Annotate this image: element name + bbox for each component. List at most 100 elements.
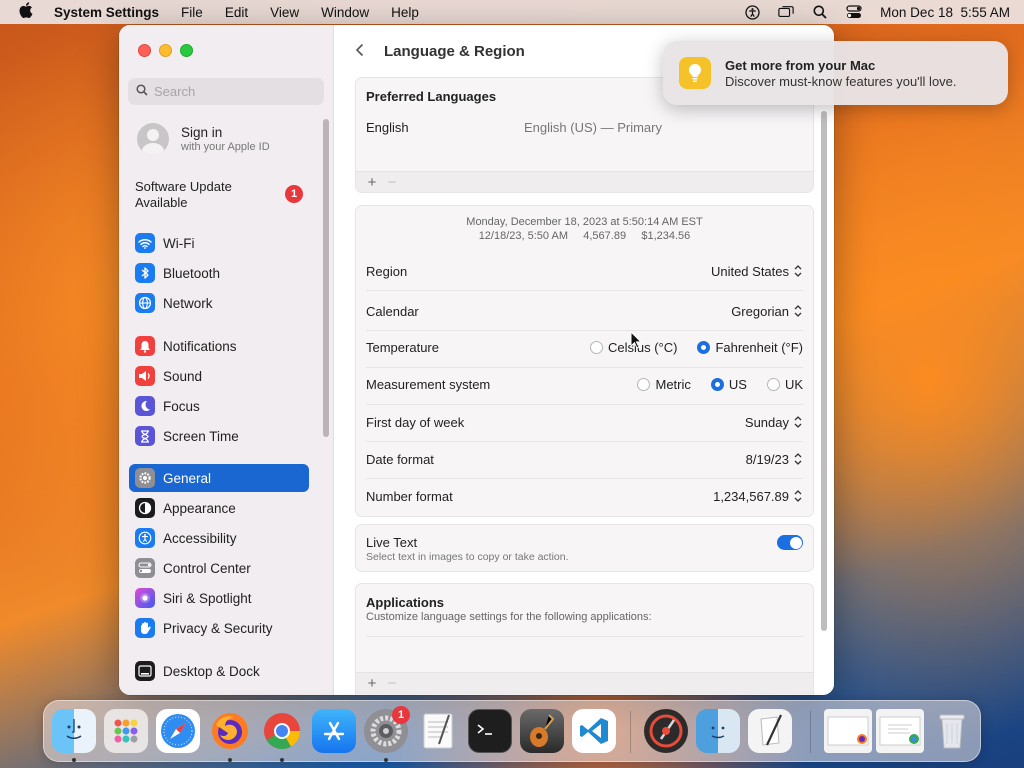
sidebar-item-screen-time[interactable]: Screen Time [129, 422, 309, 450]
script-editor-icon[interactable] [748, 709, 792, 753]
instruments-icon[interactable] [644, 709, 688, 753]
remove-application-button[interactable]: − [382, 675, 402, 692]
spotlight-search-icon[interactable] [812, 5, 828, 19]
live-text-toggle[interactable] [777, 535, 803, 550]
divider [366, 367, 803, 368]
app-store-icon[interactable] [312, 709, 356, 753]
menu-window[interactable]: Window [321, 5, 369, 20]
dock-separator [630, 711, 631, 753]
sidebar-item-bluetooth[interactable]: Bluetooth [129, 259, 309, 287]
firefox-window-thumbnail[interactable] [824, 709, 872, 753]
zoom-button[interactable] [180, 44, 193, 57]
language-name: English [366, 120, 409, 135]
siri-icon [135, 588, 155, 608]
notification-banner[interactable]: Get more from your Mac Discover must-kno… [663, 41, 1008, 105]
stepper-icon [794, 416, 802, 428]
region-settings-section: Monday, December 18, 2023 at 5:50:14 AM … [355, 205, 814, 517]
lightbulb-icon [679, 57, 711, 89]
region-value: United States [710, 263, 789, 279]
launchpad-icon[interactable] [104, 709, 148, 753]
migration-assistant-icon[interactable] [696, 709, 740, 753]
calendar-select[interactable]: Gregorian [731, 303, 803, 319]
uk-label: UK [784, 377, 803, 392]
chrome-window-thumbnail[interactable] [876, 709, 924, 753]
menu-edit[interactable]: Edit [225, 5, 248, 20]
sidebar-item-sound[interactable]: Sound [129, 362, 309, 390]
accessibility-icon [135, 528, 155, 548]
add-language-button[interactable]: + [362, 174, 382, 191]
language-row[interactable]: English English (US) — Primary [366, 120, 803, 135]
accessibility-status-icon[interactable] [744, 4, 760, 20]
sidebar-item-label: Control Center [163, 560, 251, 576]
bell-icon [135, 336, 155, 356]
sidebar-item-accessibility[interactable]: Accessibility [129, 524, 309, 552]
region-select[interactable]: United States [711, 263, 803, 279]
sidebar-item-label: Appearance [163, 500, 236, 516]
terminal-icon[interactable] [468, 709, 512, 753]
control-center-icon[interactable] [846, 5, 862, 19]
safari-icon[interactable] [156, 709, 200, 753]
search-input[interactable] [154, 84, 314, 99]
sidebar-item-appearance[interactable]: Appearance [129, 494, 309, 522]
minimize-button[interactable] [159, 44, 172, 57]
trash-icon[interactable] [930, 709, 974, 753]
celsius-label: Celsius (°C) [607, 340, 678, 355]
menu-file[interactable]: File [181, 5, 203, 20]
firefox-icon[interactable] [208, 709, 252, 753]
metric-radio[interactable]: Metric [637, 377, 691, 392]
finder-icon[interactable] [52, 709, 96, 753]
apple-menu-icon[interactable] [14, 2, 38, 22]
sidebar-item-label: Bluetooth [163, 265, 221, 281]
first-day-label: First day of week [366, 414, 465, 430]
garageband-icon[interactable] [520, 709, 564, 753]
main-scrollbar[interactable] [821, 111, 827, 631]
apple-id-signin[interactable]: Sign in with your Apple ID [137, 123, 270, 155]
vscode-icon[interactable] [572, 709, 616, 753]
sidebar-item-focus[interactable]: Focus [129, 392, 309, 420]
add-application-button[interactable]: + [362, 675, 382, 692]
date-format-label: Date format [366, 451, 434, 467]
number-format-select[interactable]: 1,234,567.89 [713, 488, 803, 504]
settings-dock-badge: 1 [392, 706, 410, 724]
uk-radio[interactable]: UK [766, 377, 803, 392]
sidebar-item-label: Network [163, 295, 213, 311]
menubar-clock[interactable]: Mon Dec 18 5:55 AM [880, 5, 1010, 20]
menu-view[interactable]: View [270, 5, 299, 20]
sidebar-item-siri-spotlight[interactable]: Siri & Spotlight [129, 584, 309, 612]
us-radio[interactable]: US [710, 377, 747, 392]
sidebar-item-desktop-dock[interactable]: Desktop & Dock [129, 657, 309, 685]
menubar-app-name[interactable]: System Settings [54, 5, 159, 20]
divider [366, 636, 803, 637]
bluetooth-icon [135, 263, 155, 283]
close-button[interactable] [138, 44, 151, 57]
sidebar-item-privacy-security[interactable]: Privacy & Security [129, 614, 309, 642]
first-day-select[interactable]: Sunday [745, 414, 803, 430]
running-indicator [72, 758, 76, 762]
remove-language-button[interactable]: − [382, 174, 402, 191]
software-update-badge: 1 [285, 185, 303, 203]
temperature-row: Temperature Celsius (°C) Fahrenheit (°F) [366, 340, 803, 355]
fahrenheit-radio[interactable]: Fahrenheit (°F) [697, 340, 803, 355]
screen-mirroring-icon[interactable] [778, 5, 794, 19]
sidebar-scrollbar[interactable] [323, 119, 329, 437]
chrome-icon[interactable] [260, 709, 304, 753]
preferred-languages-header: Preferred Languages [366, 89, 497, 104]
sidebar-item-label: Accessibility [163, 530, 237, 546]
sidebar-item-network[interactable]: Network [129, 289, 309, 317]
textedit-icon[interactable] [416, 709, 460, 753]
sidebar-item-wifi[interactable]: Wi-Fi [129, 229, 309, 257]
back-button[interactable] [355, 41, 365, 62]
search-field[interactable] [128, 78, 324, 105]
sidebar-item-notifications[interactable]: Notifications [129, 332, 309, 360]
software-update-item[interactable]: Software Update Available [135, 179, 305, 211]
region-label: Region [366, 263, 408, 279]
sidebar-item-control-center[interactable]: Control Center [129, 554, 309, 582]
radio-off-icon [589, 341, 603, 354]
date-format-select[interactable]: 8/19/23 [746, 451, 803, 467]
format-sample-line2: 12/18/23, 5:50 AM 4,567.89 $1,234.56 [478, 230, 691, 242]
temperature-label: Temperature [366, 340, 439, 355]
sidebar-item-label: Wi-Fi [163, 235, 195, 251]
menu-help[interactable]: Help [391, 5, 419, 20]
dock-separator [810, 711, 811, 753]
sidebar-item-general[interactable]: General [129, 464, 309, 492]
